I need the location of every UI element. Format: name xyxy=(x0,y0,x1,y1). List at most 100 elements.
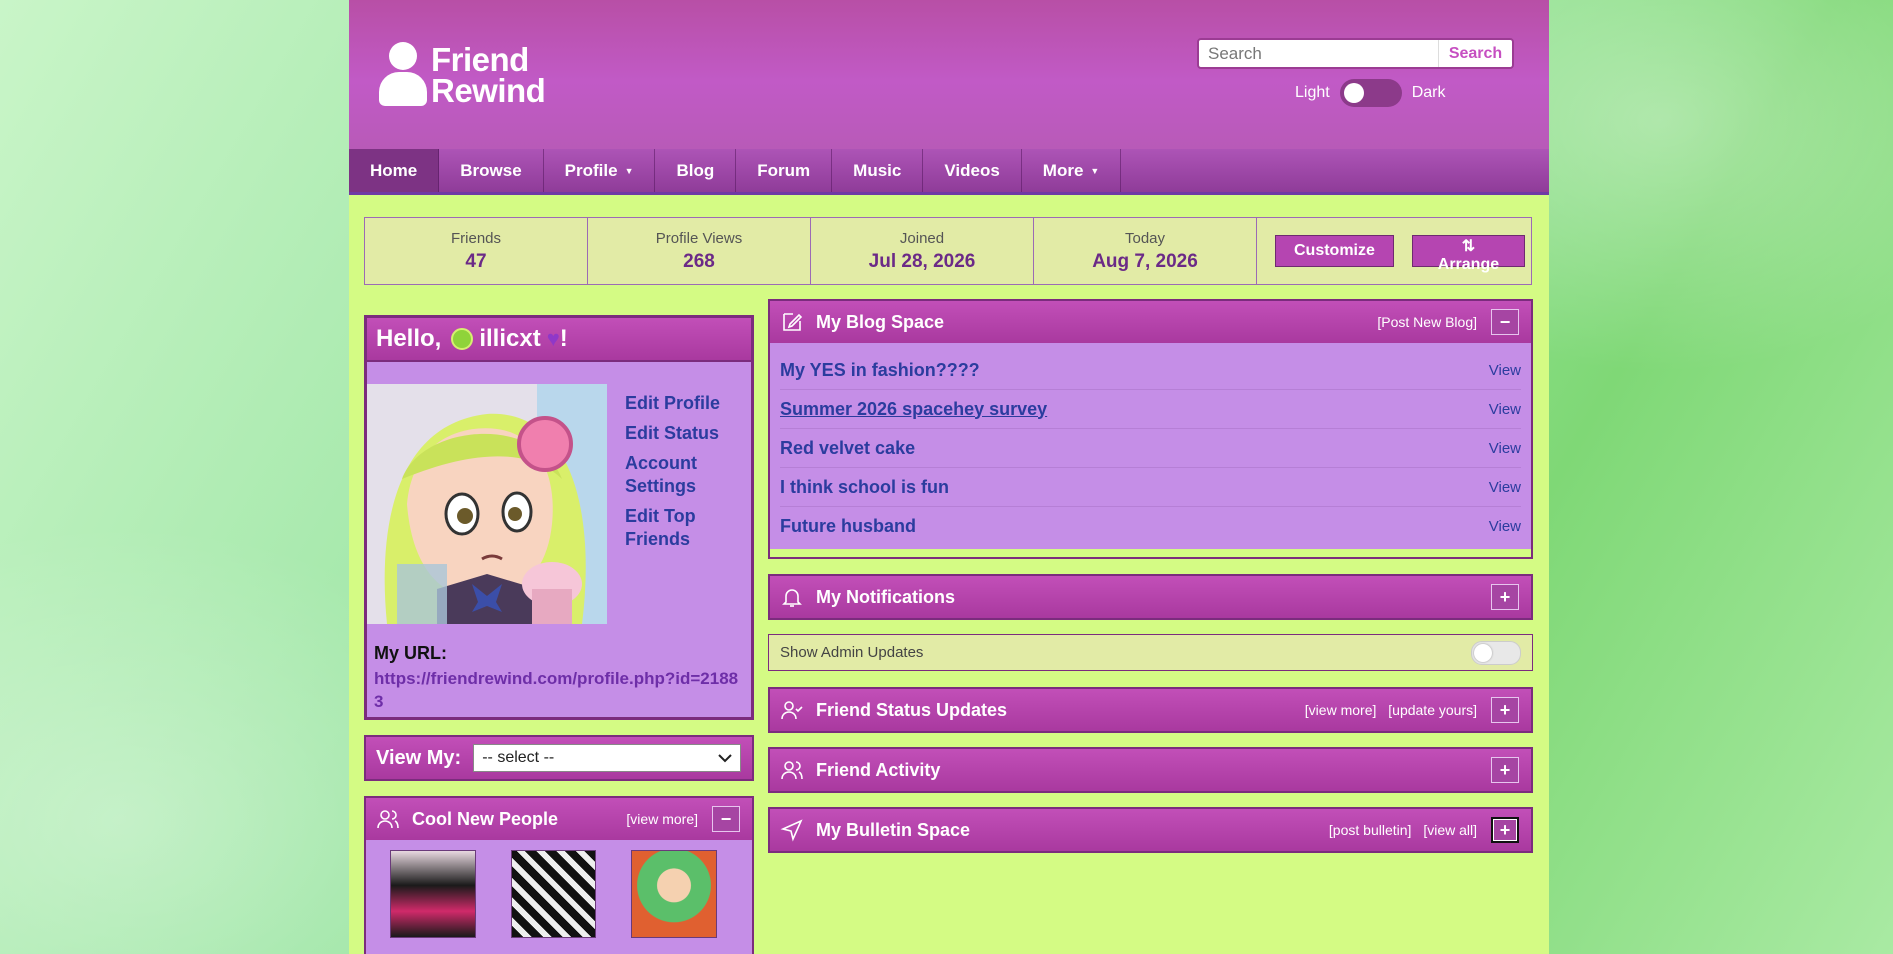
admin-updates-label: Show Admin Updates xyxy=(780,644,924,661)
expand-button[interactable]: + xyxy=(1491,584,1519,610)
admin-updates-switch[interactable] xyxy=(1471,640,1521,665)
list-item: I think school is fun View xyxy=(780,468,1521,507)
light-label: Light xyxy=(1295,84,1330,101)
caret-down-icon: ▼ xyxy=(1090,165,1100,176)
post-new-blog-link[interactable]: [Post New Blog] xyxy=(1377,314,1477,330)
send-icon xyxy=(780,819,803,842)
hello-heading: Hello, illicxt ♥ ! xyxy=(367,318,751,362)
bell-icon xyxy=(782,589,802,607)
users-icon xyxy=(781,761,803,780)
view-link[interactable]: View xyxy=(1489,440,1521,457)
update-yours-link[interactable]: [update yours] xyxy=(1388,702,1477,718)
profile-card: Hello, illicxt ♥ ! Edit Profile Edit Sta… xyxy=(364,315,754,720)
site-logo[interactable]: Friend Rewind xyxy=(379,41,546,109)
panel-header: Friend Status Updates [view more] [updat… xyxy=(770,689,1531,731)
page-container: Friend Rewind Search Light Dark Home Bro… xyxy=(349,0,1549,954)
list-item: My YES in fashion???? View xyxy=(780,351,1521,390)
bulletin-space-panel: My Bulletin Space [post bulletin] [view … xyxy=(768,807,1533,853)
stats-bar: Friends 47 Profile Views 268 Joined Jul … xyxy=(364,217,1532,285)
nav-videos[interactable]: Videos xyxy=(923,149,1022,192)
user-check-icon xyxy=(781,701,803,720)
purple-heart-icon: ♥ xyxy=(546,326,560,351)
stat-profile-views: Profile Views 268 xyxy=(588,218,811,284)
main-nav: Home Browse Profile ▼ Blog Forum Music Vi… xyxy=(349,149,1549,195)
cool-new-people-panel: Cool New People [view more] − xyxy=(364,796,754,954)
edit-top-friends-link[interactable]: Edit Top Friends xyxy=(625,505,745,551)
nav-forum[interactable]: Forum xyxy=(736,149,833,192)
account-settings-link[interactable]: Account Settings xyxy=(625,452,745,498)
nav-home[interactable]: Home xyxy=(349,149,440,192)
nav-blog[interactable]: Blog xyxy=(655,149,737,192)
expand-button[interactable]: + xyxy=(1491,817,1519,843)
stat-today: Today Aug 7, 2026 xyxy=(1034,218,1257,284)
panel-header: Friend Activity + xyxy=(770,749,1531,791)
friend-activity-panel: Friend Activity + xyxy=(768,747,1533,793)
edit-icon xyxy=(783,313,803,331)
panel-header: My Notifications + xyxy=(770,576,1531,618)
expand-button[interactable]: + xyxy=(1491,697,1519,723)
caret-down-icon: ▼ xyxy=(624,165,634,176)
edit-status-link[interactable]: Edit Status xyxy=(625,422,745,445)
cool-people-view-more-link[interactable]: [view more] xyxy=(626,811,698,827)
post-bulletin-link[interactable]: [post bulletin] xyxy=(1329,822,1412,838)
nav-music[interactable]: Music xyxy=(832,149,924,192)
theme-toggle: Light Dark xyxy=(1295,79,1445,107)
profile-links: Edit Profile Edit Status Account Setting… xyxy=(625,392,745,558)
search-button[interactable]: Search xyxy=(1438,40,1512,67)
panel-header: Cool New People [view more] − xyxy=(366,798,752,840)
blog-entry-link[interactable]: I think school is fun xyxy=(780,477,949,498)
profile-url-link[interactable]: https://friendrewind.com/profile.php?id=… xyxy=(374,667,744,713)
theme-switch[interactable] xyxy=(1339,79,1402,107)
admin-updates-row: Show Admin Updates xyxy=(768,634,1533,671)
arrange-button[interactable]: ⇅ Arrange xyxy=(1411,235,1525,273)
blog-list: My YES in fashion???? View Summer 2026 s… xyxy=(770,343,1531,549)
site-header: Friend Rewind Search Light Dark xyxy=(349,0,1549,149)
view-my-bar: View My: -- select -- xyxy=(364,735,754,781)
logo-text: Friend Rewind xyxy=(431,41,546,109)
person-icon xyxy=(379,42,427,108)
expand-button[interactable]: + xyxy=(1491,757,1519,783)
list-item: Red velvet cake View xyxy=(780,429,1521,468)
status-view-more-link[interactable]: [view more] xyxy=(1305,702,1377,718)
person-thumbnail[interactable] xyxy=(390,850,476,938)
view-link[interactable]: View xyxy=(1489,401,1521,418)
collapse-button[interactable]: − xyxy=(1491,309,1519,335)
blog-entry-link[interactable]: Summer 2026 spacehey survey xyxy=(780,399,1047,420)
person-thumbnail[interactable] xyxy=(510,850,597,938)
users-icon xyxy=(377,810,399,829)
search-box: Search xyxy=(1197,38,1514,69)
customize-button[interactable]: Customize xyxy=(1275,235,1394,267)
stat-actions: Customize ⇅ Arrange xyxy=(1257,218,1531,284)
view-link[interactable]: View xyxy=(1489,518,1521,535)
blog-entry-link[interactable]: Red velvet cake xyxy=(780,438,915,459)
blog-space-panel: My Blog Space [Post New Blog] − My YES i… xyxy=(768,299,1533,559)
person-thumbnail[interactable] xyxy=(631,850,718,938)
dark-label: Dark xyxy=(1411,84,1446,101)
blog-entry-link[interactable]: My YES in fashion???? xyxy=(780,360,980,381)
search-input[interactable] xyxy=(1199,40,1438,67)
avatar[interactable] xyxy=(367,384,607,624)
stat-friends: Friends 47 xyxy=(365,218,588,284)
view-my-select[interactable]: -- select -- xyxy=(473,744,742,772)
nav-profile[interactable]: Profile ▼ xyxy=(544,149,656,192)
view-link[interactable]: View xyxy=(1489,479,1521,496)
chevron-down-icon xyxy=(718,754,732,763)
lime-icon xyxy=(451,328,474,350)
url-label: My URL: xyxy=(374,643,447,663)
list-item: Future husband View xyxy=(780,507,1521,545)
stat-joined: Joined Jul 28, 2026 xyxy=(811,218,1034,284)
panel-header: My Blog Space [Post New Blog] − xyxy=(770,301,1531,343)
list-item: Summer 2026 spacehey survey View xyxy=(780,390,1521,429)
view-link[interactable]: View xyxy=(1489,362,1521,379)
nav-browse[interactable]: Browse xyxy=(439,149,544,192)
notifications-panel: My Notifications + xyxy=(768,574,1533,620)
friend-status-panel: Friend Status Updates [view more] [updat… xyxy=(768,687,1533,733)
view-all-bulletins-link[interactable]: [view all] xyxy=(1423,822,1477,838)
blog-entry-link[interactable]: Future husband xyxy=(780,516,916,537)
nav-more[interactable]: More ▼ xyxy=(1022,149,1122,192)
edit-profile-link[interactable]: Edit Profile xyxy=(625,392,745,415)
collapse-button[interactable]: − xyxy=(712,806,740,832)
panel-header: My Bulletin Space [post bulletin] [view … xyxy=(770,809,1531,851)
people-grid xyxy=(366,840,752,938)
view-my-label: View My: xyxy=(376,746,462,769)
